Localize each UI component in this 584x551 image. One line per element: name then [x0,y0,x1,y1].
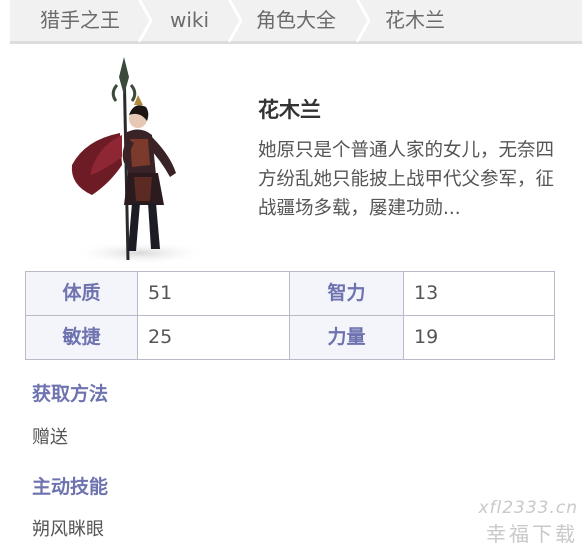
stat-value-constitution: 51 [137,271,290,316]
site-watermark: xfl2333.cn 幸福下载 [478,498,578,547]
chevron-right-icon [228,0,242,42]
breadcrumb-item-wiki[interactable]: wiki [170,0,209,41]
breadcrumb-item-home[interactable]: 猎手之王 [40,0,120,41]
stat-label-intelligence: 智力 [289,271,404,316]
section-title-skill: 主动技能 [32,476,109,498]
section-title-acquire: 获取方法 [32,383,109,405]
stats-table: 体质 51 智力 13 敏捷 25 力量 19 [25,271,555,360]
hero-portrait [70,57,210,265]
breadcrumb-item-roles[interactable]: 角色大全 [256,0,336,41]
stat-label-constitution: 体质 [25,271,138,316]
stat-value-intelligence: 13 [403,271,555,316]
breadcrumb-item-current: 花木兰 [385,8,445,32]
watermark-brand: 幸福下载 [486,522,578,546]
hero-description: 她原只是个普通人家的女儿，无奈四方纷乱她只能披上战甲代父参军，征战疆场多载，屡建… [258,140,555,219]
section-text-acquire: 赠送 [32,427,68,448]
stat-value-strength: 19 [403,315,555,360]
stat-value-agility: 25 [137,315,290,360]
chevron-right-icon [138,0,152,42]
chevron-right-icon [356,0,370,42]
hero-name: 花木兰 [258,98,321,122]
watermark-url: xfl2333.cn [478,498,578,518]
stat-label-strength: 力量 [289,315,404,360]
breadcrumb: 猎手之王 wiki 角色大全 花木兰 [10,0,582,44]
section-text-skill: 朔风眯眼 [32,519,104,540]
stat-label-agility: 敏捷 [25,315,138,360]
